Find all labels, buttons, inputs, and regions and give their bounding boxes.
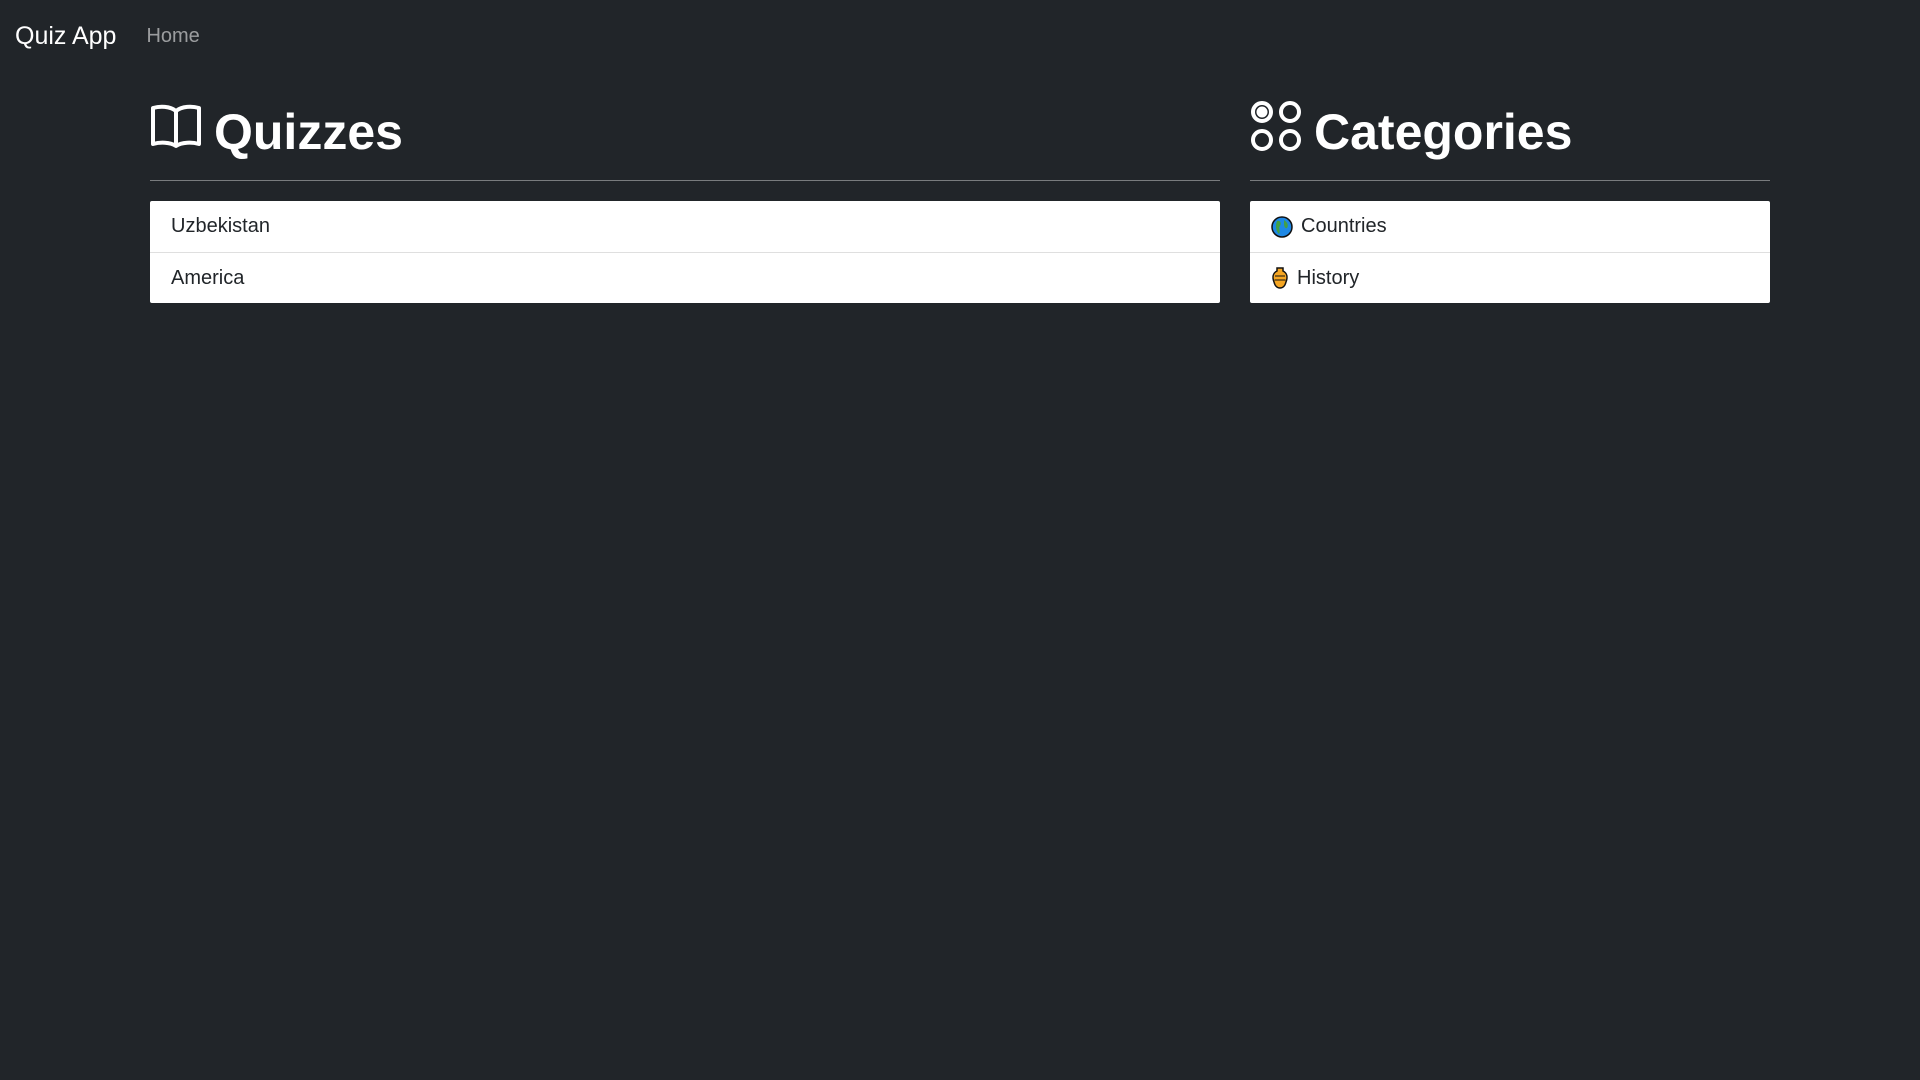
list-item-quiz-uzbekistan[interactable]: Uzbekistan — [150, 201, 1220, 252]
categories-divider — [1250, 180, 1770, 181]
categories-title: Categories — [1314, 104, 1573, 160]
list-item-label: Countries — [1301, 215, 1387, 237]
categories-heading: Categories — [1250, 100, 1770, 164]
list-item-category-history[interactable]: History — [1250, 252, 1770, 303]
brand-link[interactable]: Quiz App — [15, 22, 116, 51]
book-icon — [150, 103, 214, 161]
globe-icon — [1271, 215, 1293, 238]
list-item-label: History — [1297, 266, 1360, 289]
quizzes-divider — [150, 180, 1220, 181]
quizzes-list: Uzbekistan America — [150, 201, 1220, 303]
nav-link-home[interactable]: Home — [146, 25, 199, 48]
amphora-icon — [1271, 266, 1289, 290]
quizzes-title: Quizzes — [214, 104, 403, 160]
circles-grid-icon — [1250, 100, 1314, 164]
navbar: Quiz App Home — [0, 0, 1920, 72]
list-item-label: Uzbekistan — [171, 215, 270, 237]
list-item-category-countries[interactable]: Countries — [1250, 201, 1770, 252]
categories-list: Countries History — [1250, 201, 1770, 303]
quizzes-heading: Quizzes — [150, 100, 1220, 164]
list-item-label: America — [171, 266, 245, 289]
categories-section: Categories Countries History — [1250, 100, 1770, 303]
list-item-quiz-america[interactable]: America — [150, 252, 1220, 303]
quizzes-section: Quizzes Uzbekistan America — [150, 100, 1220, 303]
